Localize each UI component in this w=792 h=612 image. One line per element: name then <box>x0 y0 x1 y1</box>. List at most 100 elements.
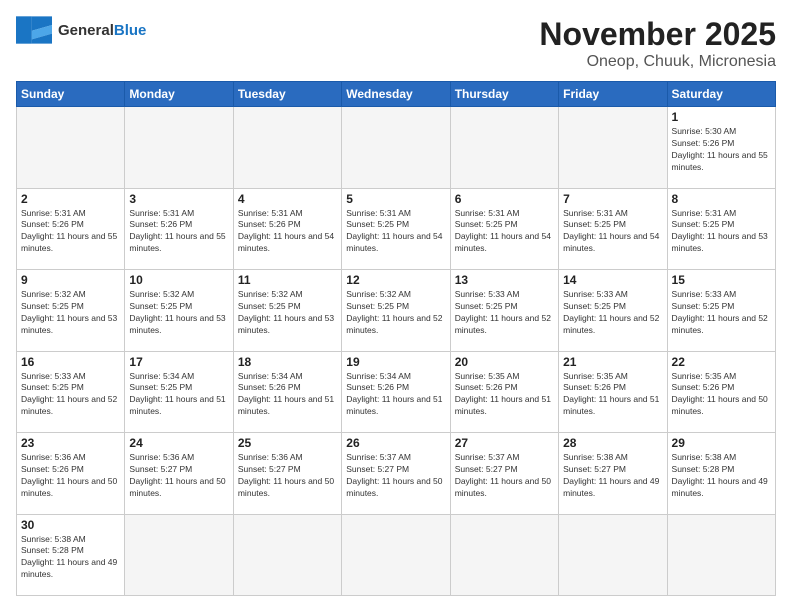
day-info: Sunrise: 5:31 AM Sunset: 5:25 PM Dayligh… <box>346 208 445 256</box>
day-number: 7 <box>563 192 662 206</box>
header-monday: Monday <box>125 82 233 107</box>
day-number: 17 <box>129 355 228 369</box>
header-sunday: Sunday <box>17 82 125 107</box>
table-row: 22 Sunrise: 5:35 AM Sunset: 5:26 PM Dayli… <box>667 351 775 433</box>
weekday-header-row: Sunday Monday Tuesday Wednesday Thursday… <box>17 82 776 107</box>
logo-text: GeneralBlue <box>58 22 146 39</box>
day-info: Sunrise: 5:37 AM Sunset: 5:27 PM Dayligh… <box>455 452 554 500</box>
day-info: Sunrise: 5:31 AM Sunset: 5:26 PM Dayligh… <box>238 208 337 256</box>
day-info: Sunrise: 5:34 AM Sunset: 5:26 PM Dayligh… <box>238 371 337 419</box>
day-number: 3 <box>129 192 228 206</box>
table-row <box>125 107 233 189</box>
title-block: November 2025 Oneop, Chuuk, Micronesia <box>539 16 776 71</box>
day-number: 16 <box>21 355 120 369</box>
day-number: 26 <box>346 436 445 450</box>
table-row: 27 Sunrise: 5:37 AM Sunset: 5:27 PM Dayli… <box>450 433 558 515</box>
day-info: Sunrise: 5:33 AM Sunset: 5:25 PM Dayligh… <box>672 289 771 337</box>
table-row: 20 Sunrise: 5:35 AM Sunset: 5:26 PM Dayli… <box>450 351 558 433</box>
day-number: 28 <box>563 436 662 450</box>
table-row: 21 Sunrise: 5:35 AM Sunset: 5:26 PM Dayli… <box>559 351 667 433</box>
day-info: Sunrise: 5:32 AM Sunset: 5:25 PM Dayligh… <box>346 289 445 337</box>
header-saturday: Saturday <box>667 82 775 107</box>
day-number: 20 <box>455 355 554 369</box>
table-row <box>450 514 558 596</box>
table-row: 2Sunrise: 5:31 AM Sunset: 5:26 PM Daylig… <box>17 188 125 270</box>
header: GeneralBlue November 2025 Oneop, Chuuk, … <box>16 16 776 71</box>
table-row: 28Sunrise: 5:38 AM Sunset: 5:27 PM Dayli… <box>559 433 667 515</box>
table-row: 18 Sunrise: 5:34 AM Sunset: 5:26 PM Dayli… <box>233 351 341 433</box>
day-number: 15 <box>672 273 771 287</box>
day-info: Sunrise: 5:35 AM Sunset: 5:26 PM Dayligh… <box>672 371 771 419</box>
calendar-row: 23 Sunrise: 5:36 AM Sunset: 5:26 PM Dayli… <box>17 433 776 515</box>
day-info: Sunrise: 5:31 AM Sunset: 5:25 PM Dayligh… <box>672 208 771 256</box>
header-tuesday: Tuesday <box>233 82 341 107</box>
day-number: 30 <box>21 518 120 532</box>
day-number: 21 <box>563 355 662 369</box>
day-number: 18 <box>238 355 337 369</box>
day-info: Sunrise: 5:36 AM Sunset: 5:27 PM Dayligh… <box>129 452 228 500</box>
table-row <box>342 514 450 596</box>
day-number: 8 <box>672 192 771 206</box>
day-info: Sunrise: 5:31 AM Sunset: 5:25 PM Dayligh… <box>455 208 554 256</box>
table-row: 19Sunrise: 5:34 AM Sunset: 5:26 PM Dayli… <box>342 351 450 433</box>
table-row <box>233 107 341 189</box>
table-row: 29 Sunrise: 5:38 AM Sunset: 5:28 PM Dayli… <box>667 433 775 515</box>
calendar-row: 30 Sunrise: 5:38 AM Sunset: 5:28 PM Dayli… <box>17 514 776 596</box>
logo: GeneralBlue <box>16 16 146 44</box>
day-number: 12 <box>346 273 445 287</box>
day-info: Sunrise: 5:36 AM Sunset: 5:27 PM Dayligh… <box>238 452 337 500</box>
day-info: Sunrise: 5:32 AM Sunset: 5:25 PM Dayligh… <box>129 289 228 337</box>
table-row: 11Sunrise: 5:32 AM Sunset: 5:25 PM Dayli… <box>233 270 341 352</box>
table-row: 6Sunrise: 5:31 AM Sunset: 5:25 PM Daylig… <box>450 188 558 270</box>
day-number: 13 <box>455 273 554 287</box>
day-number: 27 <box>455 436 554 450</box>
table-row <box>125 514 233 596</box>
day-info: Sunrise: 5:35 AM Sunset: 5:26 PM Dayligh… <box>455 371 554 419</box>
table-row: 17Sunrise: 5:34 AM Sunset: 5:25 PM Dayli… <box>125 351 233 433</box>
day-number: 5 <box>346 192 445 206</box>
table-row: 14Sunrise: 5:33 AM Sunset: 5:25 PM Dayli… <box>559 270 667 352</box>
calendar-row: 9Sunrise: 5:32 AM Sunset: 5:25 PM Daylig… <box>17 270 776 352</box>
day-number: 22 <box>672 355 771 369</box>
logo-icon <box>16 16 52 44</box>
day-info: Sunrise: 5:36 AM Sunset: 5:26 PM Dayligh… <box>21 452 120 500</box>
calendar: Sunday Monday Tuesday Wednesday Thursday… <box>16 81 776 596</box>
table-row: 1Sunrise: 5:30 AM Sunset: 5:26 PM Daylig… <box>667 107 775 189</box>
day-info: Sunrise: 5:31 AM Sunset: 5:26 PM Dayligh… <box>21 208 120 256</box>
day-info: Sunrise: 5:38 AM Sunset: 5:28 PM Dayligh… <box>21 534 120 582</box>
table-row: 4 Sunrise: 5:31 AM Sunset: 5:26 PM Daylig… <box>233 188 341 270</box>
header-thursday: Thursday <box>450 82 558 107</box>
table-row: 5 Sunrise: 5:31 AM Sunset: 5:25 PM Daylig… <box>342 188 450 270</box>
day-info: Sunrise: 5:31 AM Sunset: 5:26 PM Dayligh… <box>129 208 228 256</box>
day-info: Sunrise: 5:35 AM Sunset: 5:26 PM Dayligh… <box>563 371 662 419</box>
table-row: 8 Sunrise: 5:31 AM Sunset: 5:25 PM Daylig… <box>667 188 775 270</box>
day-info: Sunrise: 5:38 AM Sunset: 5:28 PM Dayligh… <box>672 452 771 500</box>
day-number: 24 <box>129 436 228 450</box>
table-row: 3 Sunrise: 5:31 AM Sunset: 5:26 PM Daylig… <box>125 188 233 270</box>
table-row: 24 Sunrise: 5:36 AM Sunset: 5:27 PM Dayli… <box>125 433 233 515</box>
day-info: Sunrise: 5:31 AM Sunset: 5:25 PM Dayligh… <box>563 208 662 256</box>
header-wednesday: Wednesday <box>342 82 450 107</box>
day-info: Sunrise: 5:33 AM Sunset: 5:25 PM Dayligh… <box>563 289 662 337</box>
page: GeneralBlue November 2025 Oneop, Chuuk, … <box>0 0 792 612</box>
day-number: 10 <box>129 273 228 287</box>
day-info: Sunrise: 5:32 AM Sunset: 5:25 PM Dayligh… <box>238 289 337 337</box>
table-row <box>559 107 667 189</box>
day-number: 4 <box>238 192 337 206</box>
day-info: Sunrise: 5:34 AM Sunset: 5:26 PM Dayligh… <box>346 371 445 419</box>
day-info: Sunrise: 5:33 AM Sunset: 5:25 PM Dayligh… <box>455 289 554 337</box>
table-row: 30 Sunrise: 5:38 AM Sunset: 5:28 PM Dayli… <box>17 514 125 596</box>
calendar-row: 2Sunrise: 5:31 AM Sunset: 5:26 PM Daylig… <box>17 188 776 270</box>
table-row: 10 Sunrise: 5:32 AM Sunset: 5:25 PM Dayli… <box>125 270 233 352</box>
location-title: Oneop, Chuuk, Micronesia <box>539 53 776 71</box>
day-number: 23 <box>21 436 120 450</box>
day-number: 29 <box>672 436 771 450</box>
month-title: November 2025 <box>539 16 776 53</box>
table-row <box>233 514 341 596</box>
table-row: 7 Sunrise: 5:31 AM Sunset: 5:25 PM Daylig… <box>559 188 667 270</box>
table-row: 25Sunrise: 5:36 AM Sunset: 5:27 PM Dayli… <box>233 433 341 515</box>
day-info: Sunrise: 5:33 AM Sunset: 5:25 PM Dayligh… <box>21 371 120 419</box>
table-row: 16 Sunrise: 5:33 AM Sunset: 5:25 PM Dayli… <box>17 351 125 433</box>
table-row <box>342 107 450 189</box>
header-friday: Friday <box>559 82 667 107</box>
